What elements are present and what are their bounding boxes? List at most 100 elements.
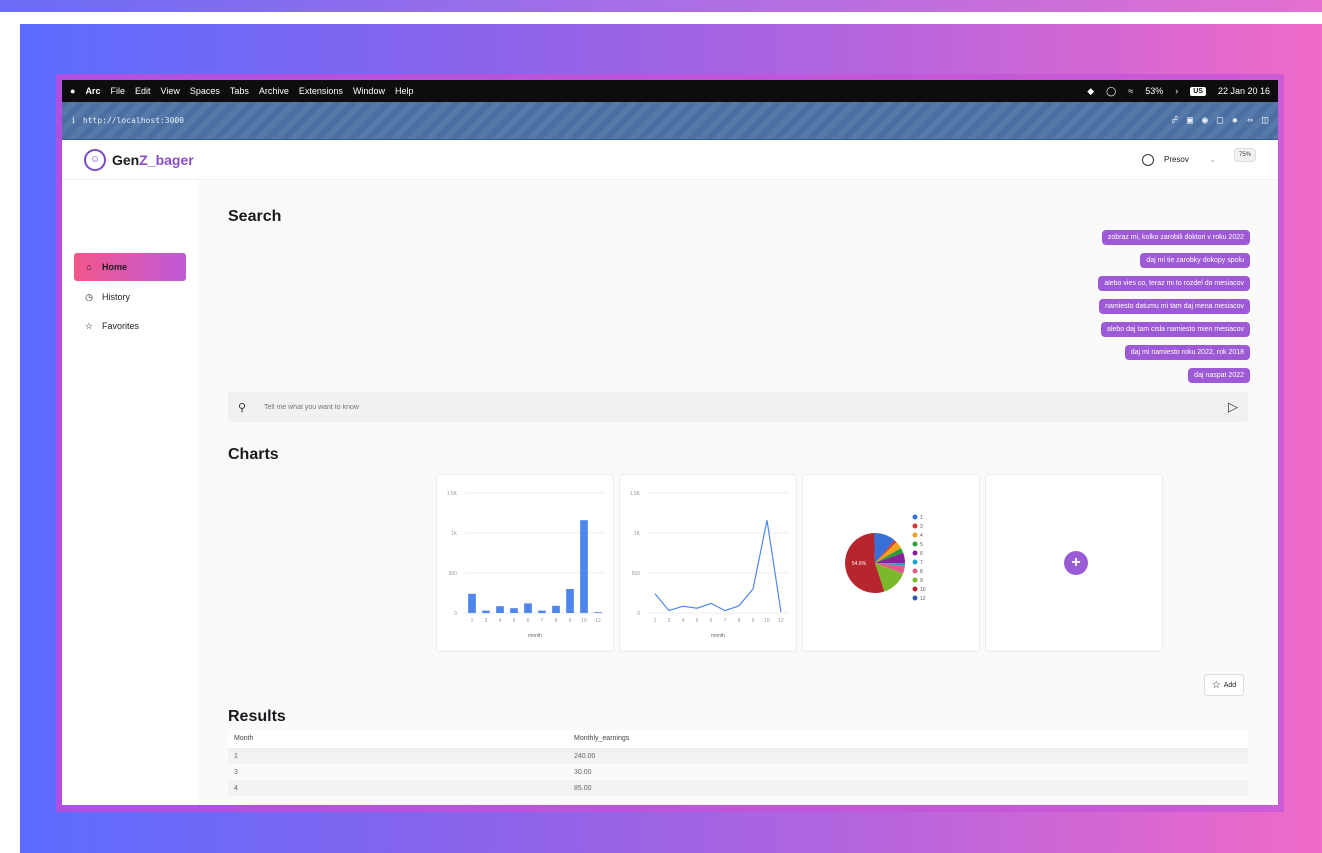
add-chart-card[interactable]: +	[985, 474, 1163, 652]
legend-label: 10	[920, 587, 926, 593]
sidebar-toggle-icon[interactable]: ◫	[1262, 115, 1268, 126]
x-tick-label: 3	[668, 618, 671, 624]
capture-icon[interactable]: ▣	[1187, 115, 1193, 126]
query-chip[interactable]: daj naspat 2022	[1188, 368, 1250, 383]
line-chart-card[interactable]: 0 500 1K 1.5K 1 3 4 5 6 7 8 9 10 12 month	[619, 474, 797, 652]
y-tick-label: 1K	[451, 531, 458, 537]
app-menu[interactable]: Arc	[85, 86, 100, 96]
x-axis-label: month	[711, 633, 725, 639]
x-tick-label: 1	[471, 618, 474, 624]
query-chip[interactable]: daj mi tie zarobky dokopy spolu	[1140, 253, 1250, 268]
user-select[interactable]: Presov ⌄	[1134, 150, 1224, 170]
input-source-badge[interactable]: US	[1190, 86, 1206, 96]
sidebar-item-label: History	[102, 292, 131, 302]
menu-item[interactable]: Spaces	[190, 86, 220, 96]
x-tick-label: 10	[581, 618, 587, 624]
x-tick-label: 7	[724, 618, 727, 624]
legend-swatch	[912, 586, 918, 592]
sidebar-item-favorites[interactable]: ☆ Favorites	[74, 312, 186, 340]
table-row: 3 30.00	[228, 764, 1248, 780]
y-tick-label: 0	[637, 611, 640, 617]
plus-icon[interactable]: +	[1064, 551, 1088, 575]
column-header[interactable]: Monthly_earnings	[568, 730, 1248, 749]
screen: ● Arc File Edit View Spaces Tabs Archive…	[62, 80, 1278, 805]
logo-icon[interactable]: ☺	[84, 148, 106, 171]
window-icon[interactable]: □	[1217, 115, 1223, 126]
star-icon: ☆	[84, 320, 94, 331]
bar	[510, 608, 518, 613]
extension-icon[interactable]: ✹	[1232, 115, 1238, 126]
datetime[interactable]: 22 Jan 20 16	[1218, 86, 1270, 96]
status-app-icon[interactable]: ◆	[1087, 86, 1094, 97]
sidebar-item-home[interactable]: ⌂ Home	[74, 253, 186, 281]
legend-swatch	[912, 550, 918, 556]
menu-item[interactable]: Archive	[259, 86, 289, 96]
search-icon: ⚲	[238, 401, 247, 414]
split-view-icon[interactable]: ⇔	[1247, 115, 1253, 126]
zoom-level: 75%	[1233, 147, 1256, 162]
table-row: 1 240.00	[228, 748, 1248, 764]
x-tick-label: 9	[569, 618, 572, 624]
query-chip[interactable]: namiesto datumu mi tam daj mena mesiacov	[1099, 299, 1250, 314]
menu-item[interactable]: File	[110, 86, 125, 96]
camera-icon[interactable]: ◉	[1202, 115, 1208, 126]
info-icon[interactable]: i	[72, 116, 75, 126]
x-tick-label: 9	[752, 618, 755, 624]
x-tick-label: 12	[778, 618, 784, 624]
menu-item[interactable]: Extensions	[299, 86, 343, 96]
add-favorite-button[interactable]: ☆ Add	[1204, 674, 1244, 696]
wifi-icon[interactable]: ≈	[1128, 86, 1133, 96]
clock-status-icon[interactable]: ◯	[1106, 86, 1116, 97]
bar-chart: 0 500 1K 1.5K 1 3 4 5 6 7 8 9 10 12 month	[447, 491, 605, 639]
sidebar-item-history[interactable]: ◷ History	[74, 283, 186, 311]
query-chip[interactable]: alebo vies co, teraz mi to rozdel do mes…	[1098, 276, 1250, 291]
legend-swatch	[912, 532, 918, 538]
pie-chart-card[interactable]: 54.6% 1 3 4 5 6 7 8 9 10 12	[802, 474, 980, 652]
bar	[566, 589, 574, 613]
legend-swatch	[912, 568, 918, 574]
legend-swatch	[912, 541, 918, 547]
battery-percent: 53%	[1145, 86, 1164, 96]
menu-item[interactable]: Window	[353, 86, 385, 96]
legend-swatch	[912, 595, 918, 601]
table-row: 4 85.00	[228, 780, 1248, 796]
results-table: Month Monthly_earnings 1 240.00 3 30.00 …	[228, 730, 1248, 796]
menu-item[interactable]: View	[160, 86, 179, 96]
bar	[496, 606, 504, 613]
y-tick-label: 0	[454, 611, 457, 617]
query-chip[interactable]: zobraz mi, kolko zarobili doktori v roku…	[1101, 230, 1250, 245]
y-tick-label: 500	[449, 571, 458, 577]
bar	[580, 520, 588, 613]
bar	[594, 612, 602, 613]
bar-chart-card[interactable]: 0 500 1K 1.5K 1 3 4 5 6 7 8 9 10 12 month	[436, 474, 614, 652]
legend-label: 6	[920, 551, 923, 557]
column-header[interactable]: Month	[228, 730, 568, 749]
chevron-right-icon[interactable]: ›	[1175, 86, 1178, 96]
bar	[552, 605, 560, 613]
star-icon: ☆	[1211, 679, 1221, 691]
table-cell: 4	[228, 780, 568, 796]
sidebar-item-label: Favorites	[102, 321, 140, 331]
menu-item[interactable]: Edit	[135, 86, 151, 96]
search-input[interactable]	[264, 403, 1164, 411]
legend-label: 8	[920, 569, 923, 575]
main-content: Search zobraz mi, kolko zarobili doktori…	[198, 180, 1278, 805]
table-header-row: Month Monthly_earnings	[228, 730, 1248, 749]
x-tick-label: 4	[682, 618, 685, 624]
apple-logo-icon[interactable]: ●	[70, 86, 75, 96]
send-icon[interactable]: ▷	[1228, 399, 1238, 415]
menu-item[interactable]: Help	[395, 86, 414, 96]
query-chip[interactable]: daj mi namiesto roku 2022, rok 2018	[1124, 345, 1250, 360]
table-cell: 3	[228, 764, 568, 780]
link-icon[interactable]: ☍	[1172, 115, 1178, 126]
series-line	[654, 520, 782, 613]
home-icon: ⌂	[86, 262, 92, 272]
top-gradient-strip	[0, 0, 1322, 12]
x-tick-label: 1	[654, 618, 657, 624]
user-icon	[1141, 153, 1154, 166]
legend-label: 5	[920, 542, 923, 548]
query-chip[interactable]: alebo daj tam cisla namiesto mien mesiac…	[1101, 322, 1250, 337]
menu-item[interactable]: Tabs	[230, 86, 249, 96]
url-text[interactable]: http://localhost:3000	[83, 116, 184, 125]
brand-name[interactable]: GenZ_bager	[112, 152, 194, 168]
